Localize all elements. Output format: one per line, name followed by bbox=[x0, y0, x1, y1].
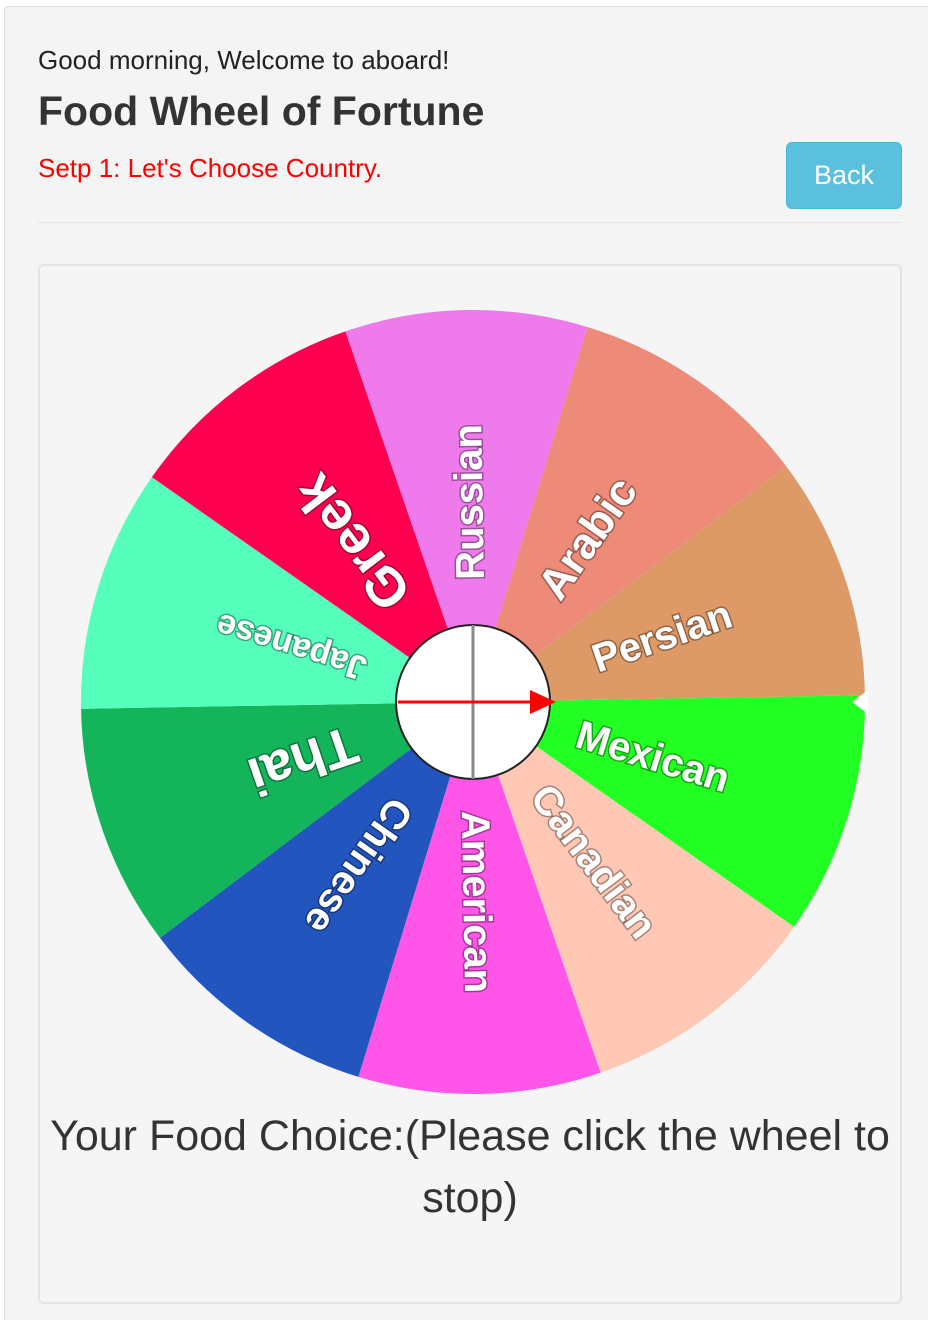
food-choice-result: Your Food Choice:(Please click the wheel… bbox=[50, 1112, 890, 1222]
wheel-label-american: American bbox=[453, 810, 500, 993]
wheel-label-russian: Russian bbox=[446, 424, 493, 580]
